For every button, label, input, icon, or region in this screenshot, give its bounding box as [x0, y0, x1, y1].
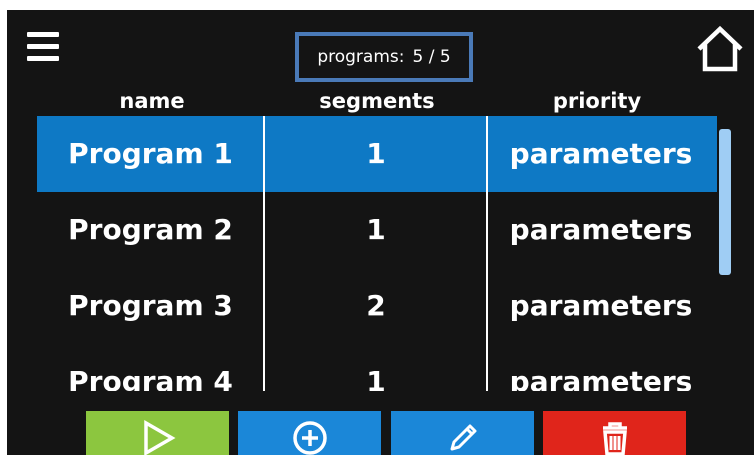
cell-priority: parameters [509, 289, 693, 322]
edit-program-button[interactable] [391, 411, 534, 455]
programs-table: Program 1 1 parameters Program 2 1 param… [37, 116, 717, 391]
column-header-segments: segments [319, 89, 435, 113]
home-button[interactable] [695, 24, 745, 74]
table-row[interactable]: Program 3 2 parameters [37, 268, 717, 344]
column-header-priority: priority [552, 89, 642, 113]
cell-segments: 2 [366, 289, 386, 322]
table-row[interactable]: Program 1 1 parameters [37, 116, 717, 192]
table-row[interactable]: Program 2 1 parameters [37, 192, 717, 268]
home-icon [697, 25, 743, 72]
cell-name: Program 4 [68, 365, 233, 391]
counter-value: 5 / 5 [412, 47, 451, 67]
plus-circle-icon [292, 421, 327, 455]
cell-segments: 1 [366, 213, 386, 246]
hamburger-menu-icon [27, 30, 59, 64]
cell-name: Program 1 [68, 137, 233, 170]
programs-counter: programs: 5 / 5 [295, 32, 473, 82]
column-divider [263, 116, 265, 391]
cell-priority: parameters [509, 137, 693, 170]
add-program-button[interactable] [238, 411, 381, 455]
cell-segments: 1 [366, 137, 386, 170]
cell-segments: 1 [366, 365, 386, 391]
cell-name: Program 2 [68, 213, 233, 246]
play-icon [143, 419, 176, 455]
column-divider [486, 116, 488, 391]
cell-name: Program 3 [68, 289, 233, 322]
cell-priority: parameters [509, 365, 693, 391]
column-header-name: name [119, 89, 185, 113]
counter-label: programs: [317, 47, 405, 67]
trash-icon [602, 422, 627, 455]
pencil-icon [450, 424, 476, 451]
table-row[interactable]: Program 4 1 parameters [37, 344, 717, 391]
delete-program-button[interactable] [543, 411, 686, 455]
start-button[interactable] [86, 411, 229, 455]
device-screen: programs: 5 / 5 name segments priority P… [7, 10, 754, 455]
cell-priority: parameters [509, 213, 693, 246]
table-scrollbar[interactable] [719, 129, 731, 275]
menu-button[interactable] [27, 30, 59, 64]
